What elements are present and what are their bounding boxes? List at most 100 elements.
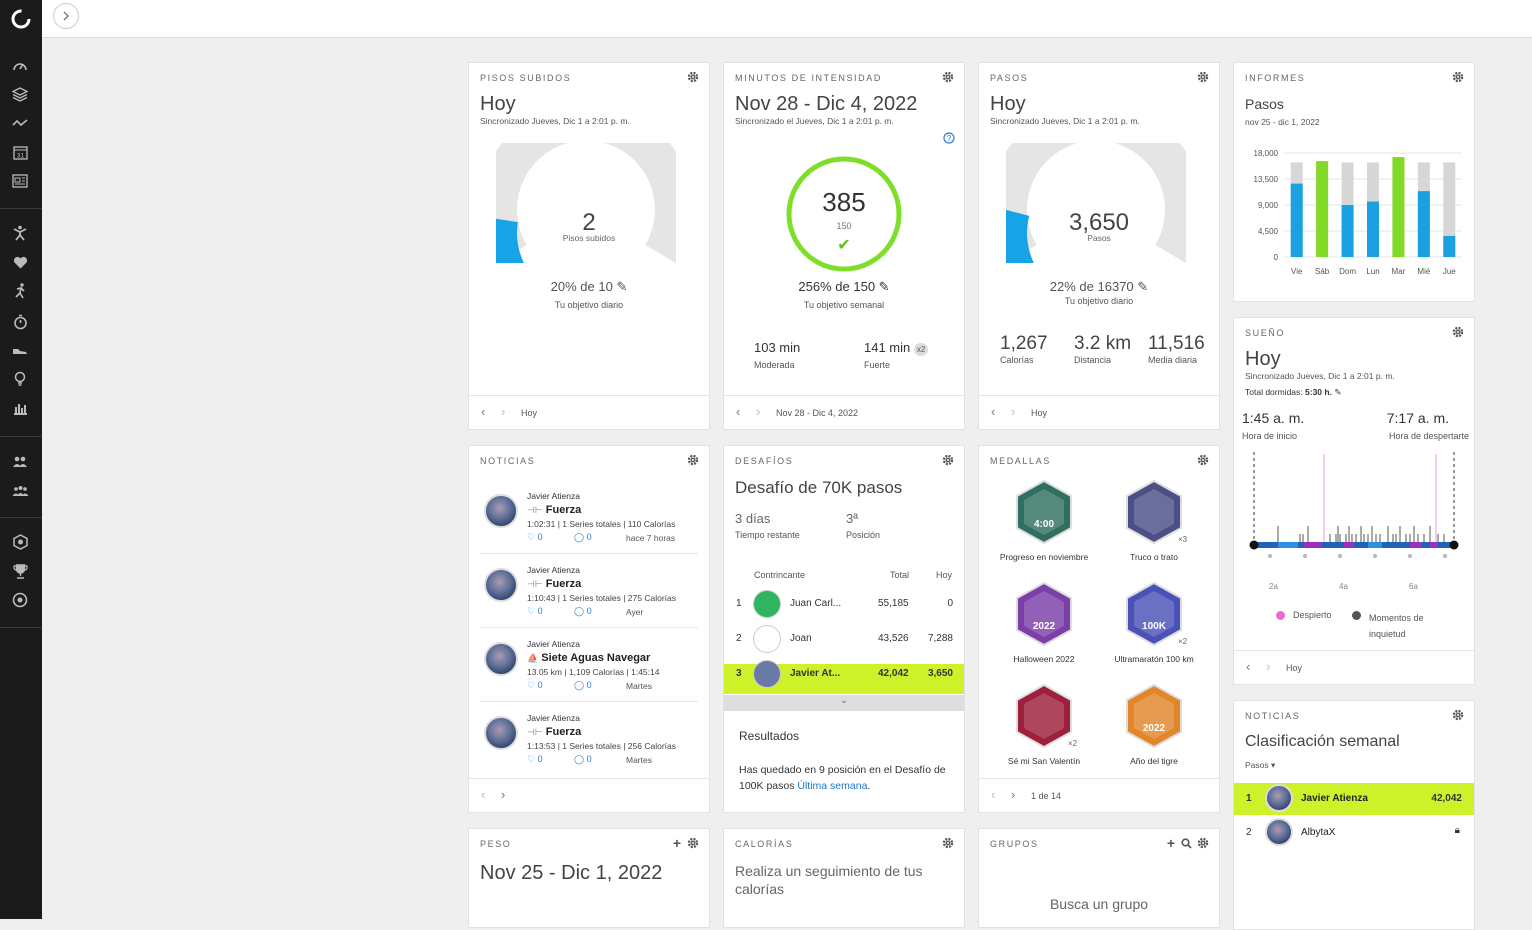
news-user[interactable]: Javier Atienza	[527, 491, 580, 501]
next-arrow-icon[interactable]: ›	[1266, 659, 1270, 674]
like-button[interactable]: ♡ 0	[527, 606, 543, 617]
news-activity[interactable]: ⊣⊢ Fuerza	[527, 504, 581, 516]
gear-icon[interactable]	[1197, 71, 1209, 83]
like-button[interactable]: ♡ 0	[527, 754, 543, 765]
medal-badge-icon[interactable]	[1123, 479, 1185, 545]
challenge-name[interactable]: Desafío de 70K pasos	[735, 478, 902, 498]
badge-icon[interactable]	[10, 532, 30, 552]
gear-icon[interactable]	[1197, 837, 1209, 849]
medal-badge-icon[interactable]	[1013, 683, 1075, 749]
news-user[interactable]: Javier Atienza	[527, 565, 580, 575]
stopwatch-icon[interactable]	[10, 312, 30, 332]
shoe-icon[interactable]	[10, 341, 30, 361]
dashboard-icon[interactable]	[10, 55, 30, 75]
comment-button[interactable]: ◯ 0	[574, 532, 592, 543]
next-arrow-icon[interactable]: ›	[756, 404, 760, 419]
news-activity[interactable]: ⊣⊢ Fuerza	[527, 578, 581, 590]
avatar[interactable]	[484, 642, 518, 676]
calendar-icon[interactable]: 31	[10, 142, 30, 162]
steps-bar[interactable]	[1341, 205, 1354, 257]
news-icon[interactable]	[10, 171, 30, 191]
bar-chart-icon[interactable]	[10, 398, 30, 418]
activity-line-icon[interactable]	[10, 113, 30, 133]
steps-bar[interactable]	[1443, 235, 1456, 257]
metric-dropdown[interactable]: Pasos ▾	[1245, 760, 1275, 771]
gear-icon[interactable]	[1452, 71, 1464, 83]
avatar[interactable]	[1265, 818, 1293, 846]
gear-icon[interactable]	[942, 454, 954, 466]
medal-badge-icon[interactable]	[1013, 581, 1075, 647]
news-activity[interactable]: ⛵ Siete Aguas Navegar	[527, 652, 650, 664]
steps-bar[interactable]	[1417, 191, 1430, 257]
last-week-link[interactable]: Última semana	[797, 780, 867, 792]
edit-goal-icon[interactable]: ✎	[1137, 279, 1148, 294]
search-icon[interactable]	[1181, 838, 1192, 849]
prev-arrow-icon[interactable]: ‹	[736, 404, 740, 419]
like-button[interactable]: ♡ 0	[527, 680, 543, 691]
activity-person-icon[interactable]	[10, 223, 30, 243]
steps-bar-chart[interactable]: 18,000 13,500 9,000 4,500 0 Vie Sáb Dom Lun Mar Mi…	[1234, 143, 1474, 283]
medal-badge-icon[interactable]	[1013, 479, 1075, 545]
prev-arrow-icon[interactable]: ‹	[1246, 659, 1250, 674]
garmin-connect-logo[interactable]	[9, 7, 33, 31]
next-arrow-icon[interactable]: ›	[1011, 787, 1015, 802]
prev-arrow-icon[interactable]: ‹	[481, 404, 485, 419]
prev-arrow-icon[interactable]: ‹	[991, 787, 995, 802]
target-icon[interactable]	[10, 590, 30, 610]
gear-icon[interactable]	[942, 71, 954, 83]
news-user[interactable]: Javier Atienza	[527, 639, 580, 649]
trophy-icon[interactable]	[10, 561, 30, 581]
prev-arrow-icon[interactable]: ‹	[481, 787, 485, 802]
steps-bar[interactable]	[1316, 161, 1329, 257]
gear-icon[interactable]	[1197, 454, 1209, 466]
avatar[interactable]	[753, 625, 781, 653]
group-icon[interactable]	[10, 452, 30, 472]
find-group-link[interactable]: Busca un grupo	[979, 896, 1219, 912]
running-icon[interactable]	[10, 281, 30, 301]
member-name[interactable]: Javier Atienza	[1301, 793, 1368, 804]
gear-icon[interactable]	[687, 837, 699, 849]
avatar[interactable]	[484, 494, 518, 528]
next-arrow-icon[interactable]: ›	[501, 787, 505, 802]
gear-icon[interactable]	[687, 71, 699, 83]
expand-table-button[interactable]: ⌄	[724, 695, 964, 711]
gear-icon[interactable]	[687, 454, 699, 466]
member-name[interactable]: AlbytaX	[1301, 827, 1335, 838]
add-group-icon[interactable]: +	[1167, 835, 1175, 851]
rival-name[interactable]: Juan Carl...	[790, 598, 841, 609]
news-activity[interactable]: ⊣⊢ Fuerza	[527, 726, 581, 738]
avatar[interactable]	[1265, 784, 1293, 812]
heart-icon[interactable]	[10, 252, 30, 272]
help-icon[interactable]: ?	[943, 132, 955, 144]
news-user[interactable]: Javier Atienza	[527, 713, 580, 723]
prev-arrow-icon[interactable]: ‹	[991, 404, 995, 419]
avatar[interactable]	[753, 590, 781, 618]
gear-icon[interactable]	[942, 837, 954, 849]
like-button[interactable]: ♡ 0	[527, 532, 543, 543]
avatar[interactable]	[484, 716, 518, 750]
avatar[interactable]	[753, 660, 781, 688]
steps-bar[interactable]	[1367, 201, 1379, 257]
medal-badge-icon[interactable]	[1123, 683, 1185, 749]
gear-icon[interactable]	[1452, 709, 1464, 721]
medal-badge-icon[interactable]	[1123, 581, 1185, 647]
rival-name[interactable]: Joan	[790, 633, 812, 644]
avatar[interactable]	[484, 568, 518, 602]
rival-name[interactable]: Javier At...	[790, 668, 840, 679]
groups-icon[interactable]	[10, 481, 30, 501]
expand-sidebar-button[interactable]	[53, 3, 79, 29]
comment-button[interactable]: ◯ 0	[574, 680, 592, 691]
gear-icon[interactable]	[1452, 326, 1464, 338]
lightbulb-icon[interactable]	[10, 369, 30, 389]
layers-icon[interactable]	[10, 84, 30, 104]
comment-button[interactable]: ◯ 0	[574, 606, 592, 617]
edit-icon[interactable]: ✎	[1334, 387, 1341, 397]
steps-bar[interactable]	[1290, 183, 1303, 257]
edit-goal-icon[interactable]: ✎	[879, 279, 890, 294]
comment-button[interactable]: ◯ 0	[574, 754, 592, 765]
add-icon[interactable]: +	[673, 835, 681, 851]
steps-bar[interactable]	[1392, 157, 1405, 257]
next-arrow-icon[interactable]: ›	[501, 404, 505, 419]
next-arrow-icon[interactable]: ›	[1011, 404, 1015, 419]
edit-goal-icon[interactable]: ✎	[616, 279, 627, 294]
